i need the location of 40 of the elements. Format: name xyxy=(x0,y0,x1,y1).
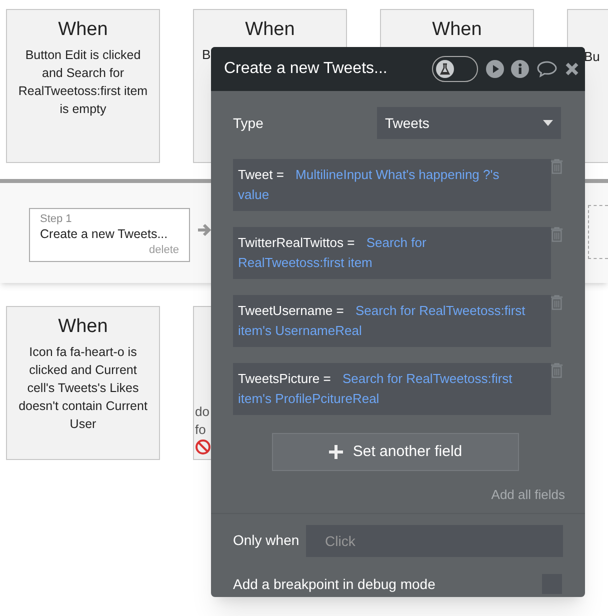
event-condition: B xyxy=(202,46,211,64)
set-field-button[interactable]: Set another field xyxy=(272,433,519,471)
event-condition: fo xyxy=(195,421,206,439)
info-icon[interactable] xyxy=(511,60,529,78)
event-condition: Icon fa fa-heart-o is clicked and Current cell's Tweets's Likes doesn't contain Current User xyxy=(18,344,148,433)
field-assignment[interactable]: TweetsPicture = Search for RealTweetoss:first item's ProfilePcitureReal xyxy=(233,363,552,415)
step-name: Create a new Tweets... xyxy=(40,226,169,243)
event-condition: Bu xyxy=(584,48,600,66)
debug-toggle[interactable] xyxy=(432,56,478,82)
step-placeholder[interactable] xyxy=(588,205,608,259)
trash-icon[interactable] xyxy=(551,159,563,174)
event-card[interactable]: When Button Edit is clicked and Search for RealTweetoss:first item is empty xyxy=(6,9,160,163)
only-when-label: Only when xyxy=(233,531,300,550)
step-box[interactable]: Step 1 Create a new Tweets... delete xyxy=(29,208,190,262)
type-dropdown[interactable]: Tweets xyxy=(377,107,561,139)
event-title: When xyxy=(245,18,295,42)
event-title: When xyxy=(58,18,108,42)
event-title: When xyxy=(58,315,108,339)
trash-icon[interactable] xyxy=(551,363,563,378)
breakpoint-label: Add a breakpoint in debug mode xyxy=(233,574,436,594)
comment-icon[interactable] xyxy=(536,60,558,78)
play-icon[interactable] xyxy=(486,60,504,78)
flask-icon xyxy=(436,60,454,78)
panel-title: Create a new Tweets... xyxy=(224,59,388,79)
type-label: Type xyxy=(233,114,264,133)
trash-icon[interactable] xyxy=(551,227,563,242)
event-card[interactable]: When Icon fa fa-heart-o is clicked and Current cell's Tweets's Likes doesn't contain Current User xyxy=(6,306,160,460)
arrow-icon xyxy=(197,223,211,237)
step-label: Step 1 xyxy=(40,212,73,226)
plus-icon xyxy=(328,445,343,459)
close-icon[interactable] xyxy=(565,62,579,76)
event-condition: do xyxy=(195,403,210,421)
field-assignment[interactable]: TwitterRealTwittos = Search for RealTweetoss:first item xyxy=(233,227,552,279)
trash-icon[interactable] xyxy=(551,295,563,310)
field-assignment[interactable]: Tweet = MultilineInput What's happening ?'s value xyxy=(233,159,552,211)
field-assignment[interactable]: TweetUsername = Search for RealTweetoss:first item's UsernameReal xyxy=(233,295,552,347)
caret-icon xyxy=(543,120,553,126)
event-title: When xyxy=(432,18,482,42)
event-condition: Button Edit is clicked and Search for RealTweetoss:first item is empty xyxy=(17,47,149,118)
condition-field[interactable]: Click xyxy=(306,524,563,556)
